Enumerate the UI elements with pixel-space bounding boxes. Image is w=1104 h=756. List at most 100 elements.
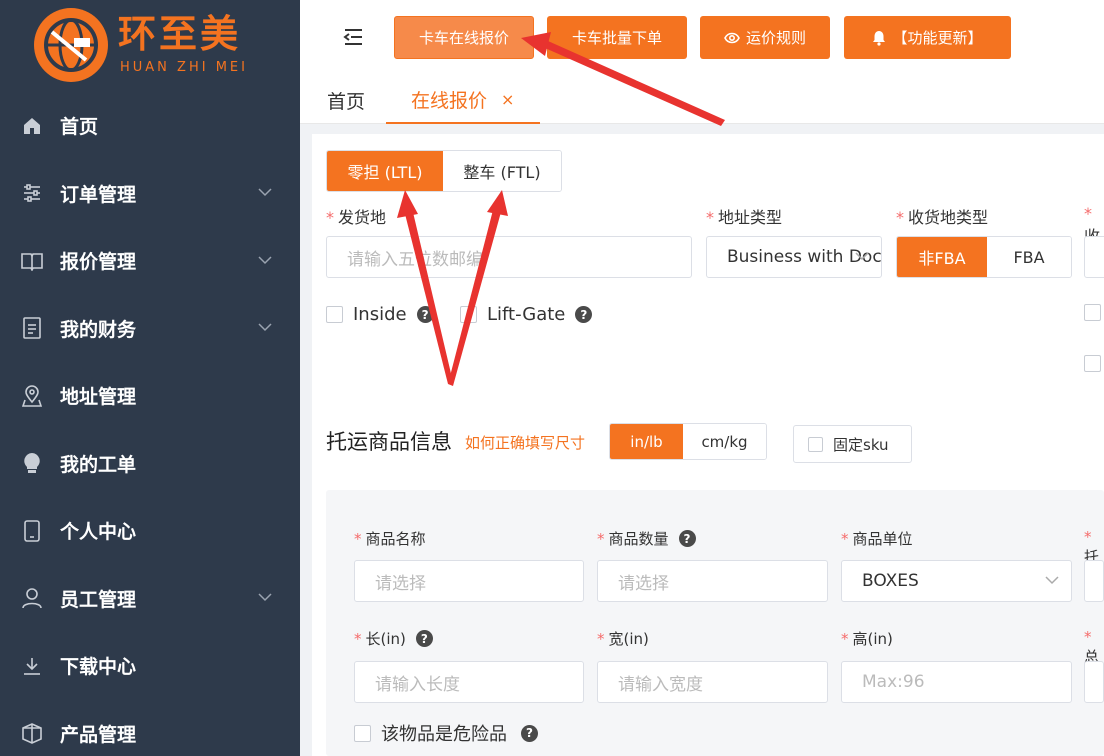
box-icon xyxy=(20,721,44,745)
truck-batch-order-button[interactable]: 卡车批量下单 xyxy=(547,16,687,59)
checkbox-label: 固定sku xyxy=(833,435,889,454)
mode-ltl-option[interactable]: 零担 (LTL) xyxy=(327,151,443,191)
chevron-down-icon xyxy=(855,252,869,261)
sidebar-item-products[interactable]: 产品管理 xyxy=(0,700,300,756)
button-label: 卡车在线报价 xyxy=(418,29,509,47)
item-unit-select[interactable]: BOXES xyxy=(841,560,1072,602)
sidebar-item-quotes[interactable]: 报价管理 xyxy=(0,227,300,295)
button-label: 运价规则 xyxy=(745,29,806,47)
length-input[interactable]: 请输入长度 xyxy=(354,661,584,703)
length-label: * 长(in)? xyxy=(354,628,433,649)
bell-icon xyxy=(873,30,886,46)
sidebar-item-tickets[interactable]: 我的工单 xyxy=(0,430,300,498)
shipping-mode-toggle: 零担 (LTL) 整车 (FTL) xyxy=(326,150,562,192)
tab-label: 首页 xyxy=(327,90,366,113)
width-input[interactable]: 请输入宽度 xyxy=(597,661,828,703)
fourth-field-input[interactable] xyxy=(1084,236,1104,278)
quote-form-card: 零担 (LTL) 整车 (FTL) * 发货地 请输入五位数邮编 * 地址类型 Bu… xyxy=(312,134,1104,756)
sidebar-menu: 首页 订单管理 报价管理 我的财务 地址管理 我的工单 个人中心 员工管理 下载… xyxy=(0,92,300,756)
unit-cm-kg-option[interactable]: cm/kg xyxy=(683,424,766,459)
truck-online-quote-button[interactable]: 卡车在线报价 xyxy=(394,16,534,59)
size-help-link[interactable]: 如何正确填写尺寸 xyxy=(465,432,585,453)
help-icon[interactable]: ? xyxy=(521,724,538,742)
cargo-section-title: 托运商品信息 xyxy=(326,430,452,454)
book-icon xyxy=(20,249,44,273)
chevron-down-icon xyxy=(258,593,272,602)
item-qty-label: * 商品数量? xyxy=(597,528,696,549)
dest-non-fba-option[interactable]: 非FBA xyxy=(897,237,987,277)
sidebar-item-label: 首页 xyxy=(60,116,99,139)
close-icon[interactable]: × xyxy=(501,90,514,109)
checkbox-box xyxy=(326,306,343,323)
brand-subtitle: HUAN ZHI MEI xyxy=(120,60,248,75)
help-icon[interactable]: ? xyxy=(575,306,593,323)
item-unit-label: * 商品单位 xyxy=(841,530,913,548)
button-label: 卡车批量下单 xyxy=(571,29,662,47)
liftgate-checkbox[interactable]: Lift-Gate ? xyxy=(460,304,593,325)
sidebar-item-label: 我的财务 xyxy=(60,318,137,341)
document-icon xyxy=(20,316,44,340)
collapse-menu-icon[interactable] xyxy=(342,26,364,48)
checkbox-box xyxy=(460,306,477,323)
brand-name: 环至美 xyxy=(118,12,242,56)
tab-home[interactable]: 首页 xyxy=(327,76,365,124)
fixed-sku-checkbox[interactable]: 固定sku xyxy=(793,425,912,463)
sidebar-item-label: 报价管理 xyxy=(60,251,137,274)
sidebar-item-home[interactable]: 首页 xyxy=(0,92,300,160)
item-name-label: * 商品名称 xyxy=(354,530,426,548)
origin-label: * 发货地 xyxy=(326,208,387,227)
checkbox-box xyxy=(354,724,371,742)
lightbulb-icon xyxy=(20,451,44,475)
weight-input[interactable] xyxy=(1084,661,1104,703)
feature-updates-button[interactable]: 【功能更新】 xyxy=(844,16,1011,59)
chevron-down-icon xyxy=(258,256,272,264)
sidebar-item-label: 员工管理 xyxy=(60,588,137,611)
right-checkbox-1[interactable] xyxy=(1084,304,1104,321)
button-label: 【功能更新】 xyxy=(892,29,983,47)
freight-rules-button[interactable]: 运价规则 xyxy=(700,16,830,59)
checkbox-label: 该物品是危险品 xyxy=(381,724,507,745)
checkbox-box xyxy=(1084,304,1101,321)
sidebar-item-orders[interactable]: 订单管理 xyxy=(0,160,300,228)
sidebar-item-label: 产品管理 xyxy=(60,723,137,746)
globe-logo-icon xyxy=(34,8,108,82)
top-toolbar: 卡车在线报价 卡车批量下单 运价规则 【功能更新】 xyxy=(300,0,1104,76)
brand-logo[interactable]: 环至美 HUAN ZHI MEI xyxy=(34,8,274,84)
sidebar-item-address[interactable]: 地址管理 xyxy=(0,362,300,430)
user-icon xyxy=(20,586,44,610)
cargo-item-panel: * 商品名称 请选择 * 商品数量? 请选择 * 商品单位 BOXES *托 * 长(i… xyxy=(326,490,1104,756)
width-label: * 宽(in) xyxy=(597,630,649,648)
sidebar-item-staff[interactable]: 员工管理 xyxy=(0,565,300,633)
sidebar-item-downloads[interactable]: 下载中心 xyxy=(0,632,300,700)
help-icon[interactable]: ? xyxy=(415,630,433,647)
unit-in-lb-option[interactable]: in/lb xyxy=(610,424,683,459)
sidebar-item-profile[interactable]: 个人中心 xyxy=(0,497,300,565)
tablet-icon xyxy=(20,519,44,543)
height-input[interactable]: Max:96 xyxy=(841,661,1072,703)
origin-zip-input[interactable]: 请输入五位数邮编 xyxy=(326,236,692,278)
home-icon xyxy=(20,114,44,138)
checkbox-box xyxy=(808,436,823,452)
unit-system-toggle: in/lb cm/kg xyxy=(609,423,767,460)
item-name-select[interactable]: 请选择 xyxy=(354,560,584,602)
sidebar-item-label: 个人中心 xyxy=(60,521,137,544)
dest-fba-option[interactable]: FBA xyxy=(987,237,1071,277)
dangerous-goods-checkbox[interactable]: 该物品是危险品 ? xyxy=(354,720,538,746)
sliders-icon xyxy=(20,181,44,205)
right-checkbox-2[interactable] xyxy=(1084,355,1104,372)
mode-ftl-option[interactable]: 整车 (FTL) xyxy=(443,151,561,191)
help-icon[interactable]: ? xyxy=(678,530,696,547)
item-fourth-input[interactable] xyxy=(1084,560,1104,602)
destination-type-toggle: 非FBA FBA xyxy=(896,236,1072,278)
help-icon[interactable]: ? xyxy=(416,306,434,323)
address-type-select[interactable]: Business with Dock xyxy=(706,236,882,278)
inside-checkbox[interactable]: Inside ? xyxy=(326,304,434,325)
sidebar-item-label: 我的工单 xyxy=(60,453,137,476)
sidebar-item-finance[interactable]: 我的财务 xyxy=(0,295,300,363)
sidebar: 环至美 HUAN ZHI MEI 首页 订单管理 报价管理 我的财务 地址管理 … xyxy=(0,0,300,756)
item-qty-input[interactable]: 请选择 xyxy=(597,560,828,602)
sidebar-item-label: 下载中心 xyxy=(60,656,137,679)
height-label: * 高(in) xyxy=(841,630,893,648)
download-icon xyxy=(20,654,44,678)
tab-online-quote[interactable]: 在线报价 × xyxy=(386,76,540,124)
